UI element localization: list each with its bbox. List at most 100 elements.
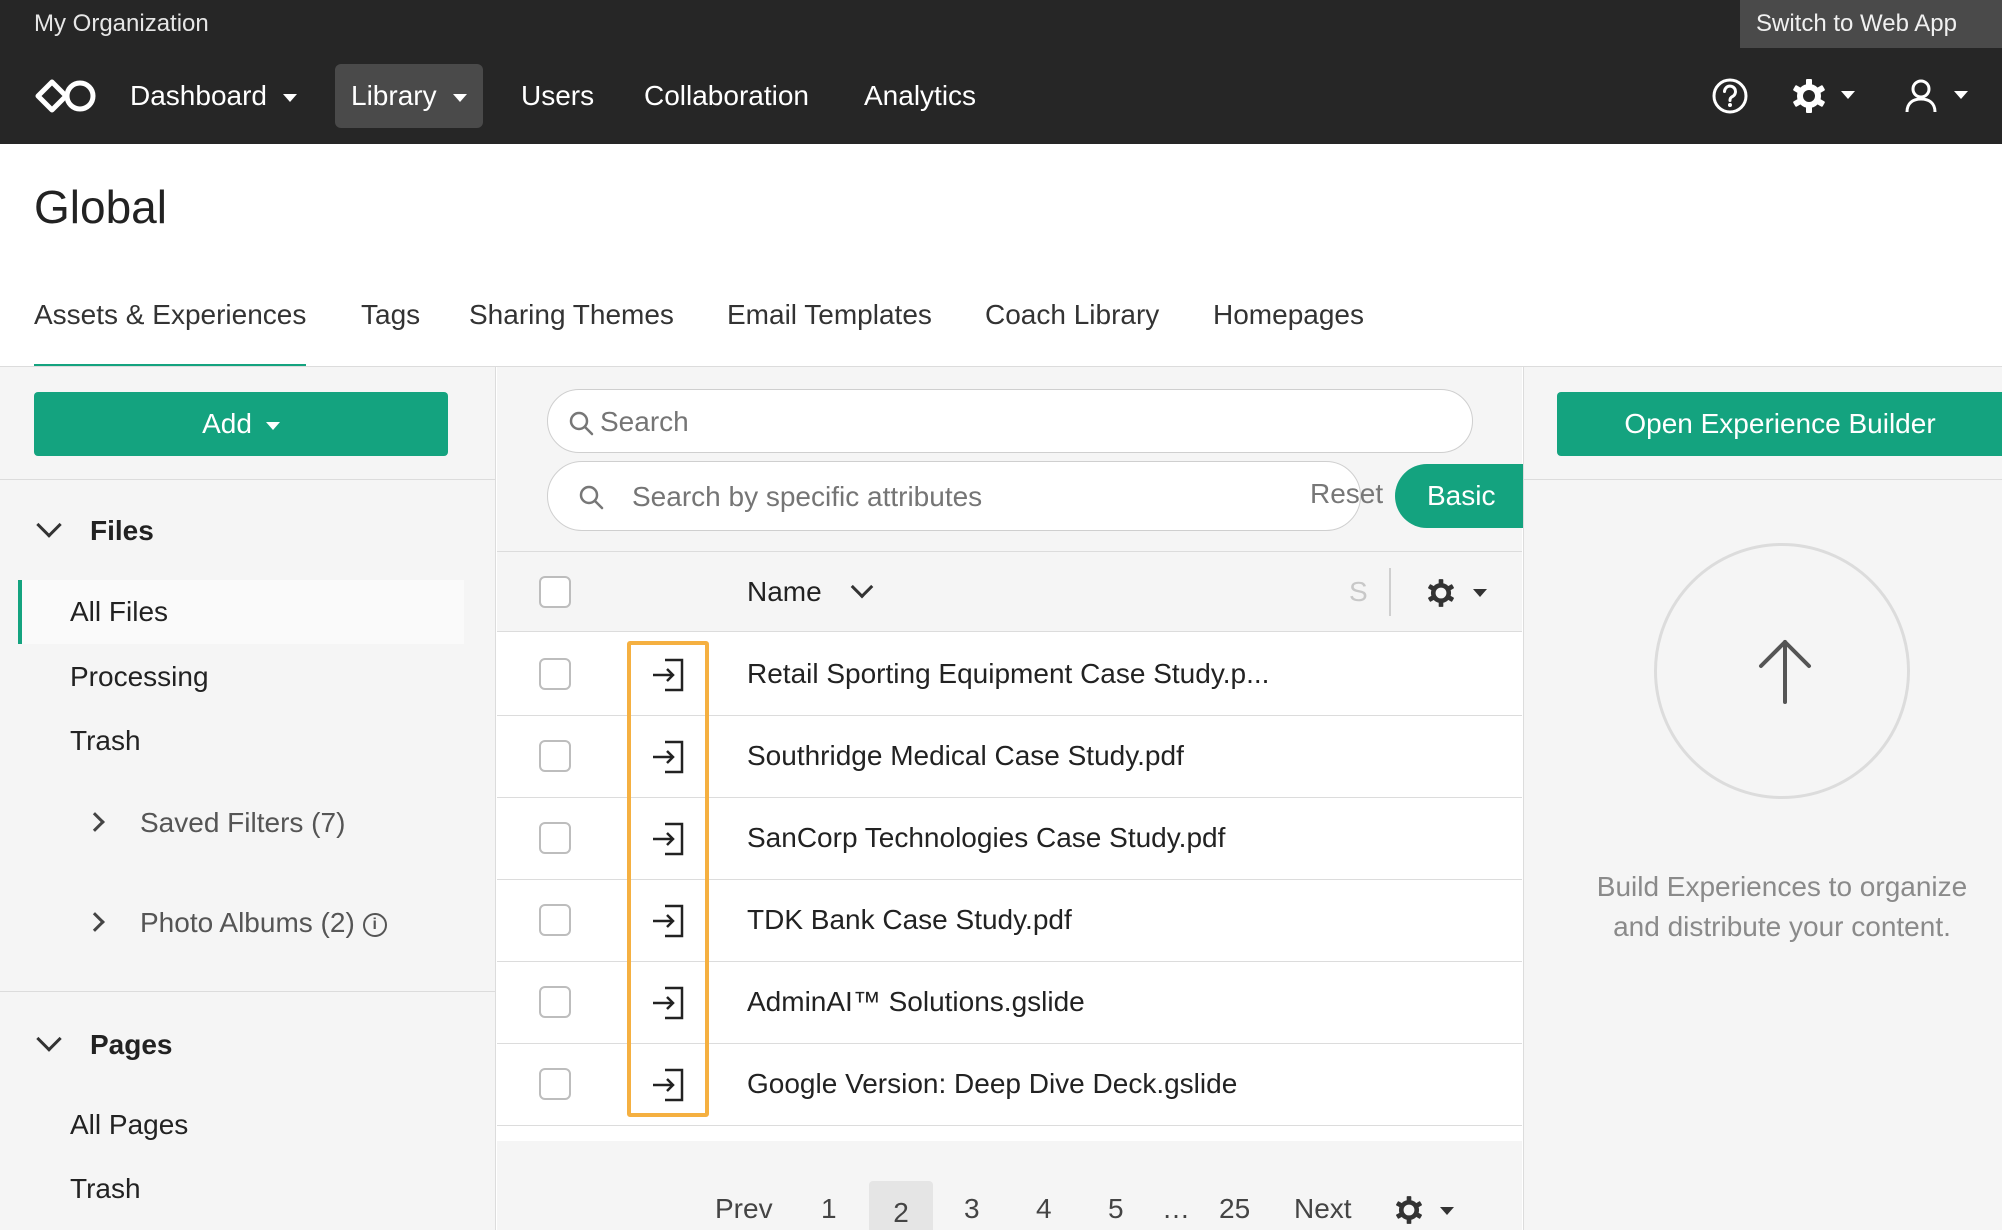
attribute-search-box: Reset xyxy=(547,461,1383,531)
table-row[interactable]: TDK Bank Case Study.pdf xyxy=(497,880,1522,962)
pages-section-toggle[interactable]: Pages xyxy=(34,1026,173,1061)
import-file-icon xyxy=(653,658,684,692)
search-icon xyxy=(579,485,604,510)
nav-users[interactable]: Users xyxy=(521,64,594,128)
name-column-header[interactable]: Name xyxy=(747,575,874,608)
select-all-checkbox[interactable] xyxy=(539,576,571,608)
page-2-button[interactable]: 2 xyxy=(869,1181,933,1230)
file-name[interactable]: TDK Bank Case Study.pdf xyxy=(747,904,1072,936)
pagination-ellipsis: … xyxy=(1162,1193,1190,1224)
pages-heading: Pages xyxy=(90,1029,173,1060)
pagination-settings-caret-icon[interactable] xyxy=(1440,1207,1454,1215)
photo-albums-toggle[interactable]: Photo Albums (2) i xyxy=(85,907,387,939)
switch-to-web-app-button[interactable]: Switch to Web App xyxy=(1740,0,2002,48)
attribute-search-input[interactable] xyxy=(632,479,1192,515)
tab-assets-experiences[interactable]: Assets & Experiences xyxy=(34,290,307,368)
brand-logo-icon[interactable] xyxy=(34,74,98,118)
experience-panel: Open Experience Builder Build Experience… xyxy=(1523,367,2002,1230)
row-checkbox[interactable] xyxy=(539,904,571,936)
open-experience-builder-button[interactable]: Open Experience Builder xyxy=(1557,392,2002,456)
add-button-label: Add xyxy=(202,408,252,439)
sidebar-item-all-files[interactable]: All Files xyxy=(18,580,464,644)
settings-caret-icon[interactable] xyxy=(1841,91,1855,99)
upload-drop-zone[interactable] xyxy=(1654,543,1910,799)
page-25-button[interactable]: 25 xyxy=(1219,1193,1250,1225)
search-input[interactable] xyxy=(600,404,1440,440)
file-list-panel: Reset Basic Name S Retail Sporting Equi xyxy=(497,367,1525,1230)
nav-dashboard[interactable]: Dashboard xyxy=(130,64,297,128)
table-row[interactable]: Retail Sporting Equipment Case Study.p..… xyxy=(497,634,1522,716)
sidebar-divider xyxy=(0,479,496,480)
file-name[interactable]: Google Version: Deep Dive Deck.gslide xyxy=(747,1068,1237,1100)
files-heading: Files xyxy=(90,515,154,546)
page-5-button[interactable]: 5 xyxy=(1108,1193,1124,1225)
page-4-button[interactable]: 4 xyxy=(1036,1193,1052,1225)
row-checkbox[interactable] xyxy=(539,1068,571,1100)
page-title: Global xyxy=(34,181,167,233)
sidebar-item-all-pages[interactable]: All Pages xyxy=(70,1109,188,1141)
tab-coach-library[interactable]: Coach Library xyxy=(985,290,1159,368)
tab-homepages[interactable]: Homepages xyxy=(1213,290,1364,368)
search-box xyxy=(547,389,1473,453)
file-name[interactable]: Retail Sporting Equipment Case Study.p..… xyxy=(747,658,1269,690)
pagination: Prev 1 2 3 4 5 … 25 Next xyxy=(497,1141,1522,1230)
user-caret-icon[interactable] xyxy=(1954,91,1968,99)
file-name[interactable]: Southridge Medical Case Study.pdf xyxy=(747,740,1184,772)
row-checkbox[interactable] xyxy=(539,740,571,772)
column-settings-gear-icon[interactable] xyxy=(1424,576,1458,610)
column-divider xyxy=(1389,568,1391,616)
table-row[interactable]: Google Version: Deep Dive Deck.gslide xyxy=(497,1044,1522,1126)
nav-analytics[interactable]: Analytics xyxy=(864,64,976,128)
row-checkbox[interactable] xyxy=(539,658,571,690)
photo-albums-label: Photo Albums (2) xyxy=(140,907,355,938)
page-1-button[interactable]: 1 xyxy=(821,1193,837,1225)
table-row[interactable]: Southridge Medical Case Study.pdf xyxy=(497,716,1522,798)
sidebar-item-processing[interactable]: Processing xyxy=(70,661,209,693)
add-button[interactable]: Add xyxy=(34,392,448,456)
next-page-button[interactable]: Next xyxy=(1294,1193,1352,1225)
page-3-button[interactable]: 3 xyxy=(964,1193,980,1225)
empty-state-text: Build Experiences to organize and distri… xyxy=(1596,871,1968,942)
sidebar-item-trash[interactable]: Trash xyxy=(70,725,141,757)
import-file-icon xyxy=(653,1068,684,1102)
tab-tags[interactable]: Tags xyxy=(361,290,420,368)
import-file-icon xyxy=(653,904,684,938)
right-panel-divider xyxy=(1524,479,2002,480)
file-name[interactable]: AdminAI™ Solutions.gslide xyxy=(747,986,1085,1018)
info-icon[interactable]: i xyxy=(362,912,387,937)
file-name[interactable]: SanCorp Technologies Case Study.pdf xyxy=(747,822,1225,854)
import-file-icon xyxy=(653,986,684,1020)
chevron-down-icon xyxy=(36,1026,62,1052)
chevron-right-icon xyxy=(85,812,105,832)
user-icon[interactable] xyxy=(1899,74,1943,118)
nav-collaboration[interactable]: Collaboration xyxy=(644,64,809,128)
nav-dashboard-label: Dashboard xyxy=(130,80,267,111)
basic-search-toggle[interactable]: Basic xyxy=(1395,464,1525,528)
files-section-toggle[interactable]: Files xyxy=(34,512,154,547)
prev-page-button[interactable]: Prev xyxy=(715,1193,773,1225)
tab-email-templates[interactable]: Email Templates xyxy=(727,290,932,368)
column-settings-caret-icon[interactable] xyxy=(1473,589,1487,597)
chevron-down-icon xyxy=(282,93,297,102)
tab-sharing-themes[interactable]: Sharing Themes xyxy=(469,290,674,368)
truncated-column-header[interactable]: S xyxy=(1349,576,1368,608)
help-icon[interactable] xyxy=(1708,74,1752,118)
table-row[interactable]: AdminAI™ Solutions.gslide xyxy=(497,962,1522,1044)
top-navigation-bar: My Organization Switch to Web App Dashbo… xyxy=(0,0,2002,144)
row-checkbox[interactable] xyxy=(539,986,571,1018)
chevron-down-icon xyxy=(36,512,62,538)
row-checkbox[interactable] xyxy=(539,822,571,854)
pagination-settings-gear-icon[interactable] xyxy=(1392,1193,1426,1227)
library-tabs: Assets & Experiences Tags Sharing Themes… xyxy=(0,290,2002,368)
saved-filters-toggle[interactable]: Saved Filters (7) xyxy=(85,807,345,839)
sort-chevron-icon xyxy=(850,575,874,599)
sidebar-item-pages-trash[interactable]: Trash xyxy=(70,1173,141,1205)
table-row[interactable]: SanCorp Technologies Case Study.pdf xyxy=(497,798,1522,880)
reset-button[interactable]: Reset xyxy=(1310,478,1383,510)
upload-arrow-icon xyxy=(1759,640,1811,704)
nav-library-label: Library xyxy=(351,80,437,111)
organization-name: My Organization xyxy=(34,10,209,37)
nav-library[interactable]: Library xyxy=(335,64,483,128)
chevron-right-icon xyxy=(85,912,105,932)
gear-icon[interactable] xyxy=(1787,74,1831,118)
